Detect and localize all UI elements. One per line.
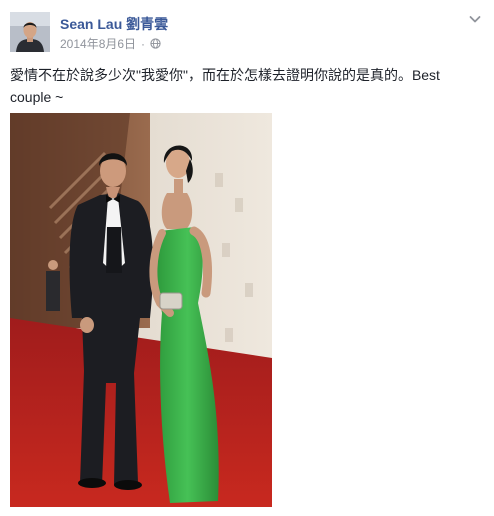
post-timestamp[interactable]: 2014年8月6日 <box>60 35 136 52</box>
avatar-photo <box>10 12 50 52</box>
globe-icon[interactable] <box>150 38 161 49</box>
author-avatar[interactable] <box>10 12 50 52</box>
post-meta: 2014年8月6日 · <box>60 35 161 52</box>
red-carpet-photo <box>10 113 272 507</box>
post-photo[interactable] <box>10 113 272 507</box>
author-name-link[interactable]: Sean Lau 劉青雲 <box>60 14 168 34</box>
post-body-text: 愛情不在於說多少次"我愛你"，而在於怎樣去證明你說的是真的。Best coupl… <box>10 67 440 105</box>
chevron-down-icon[interactable] <box>468 12 482 26</box>
meta-separator: · <box>141 36 146 51</box>
facebook-post: Sean Lau 劉青雲 2014年8月6日 · 愛情不在於說多少次"我愛你"，… <box>0 0 494 516</box>
